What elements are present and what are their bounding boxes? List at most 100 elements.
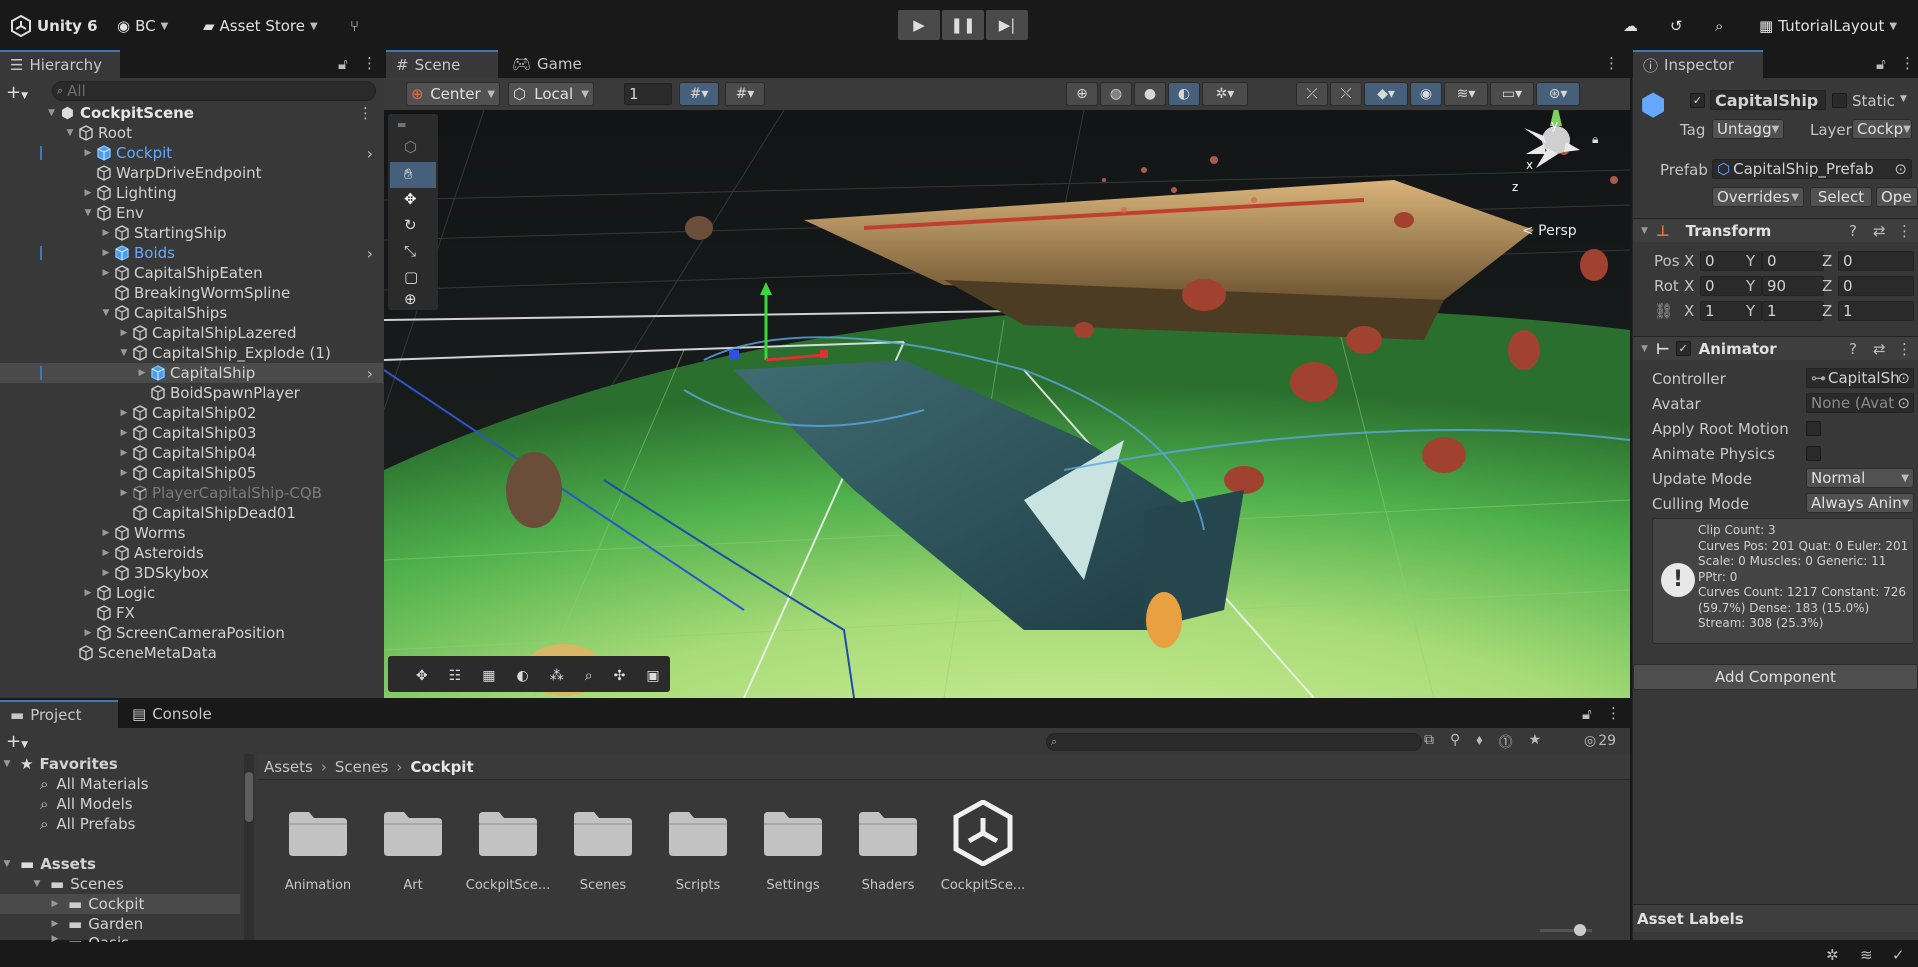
chevron-right-icon[interactable]: ▶ xyxy=(100,548,112,558)
select-button[interactable]: Select xyxy=(1810,187,1872,207)
hierarchy-item[interactable]: CapitalShipDead01 xyxy=(0,503,383,523)
wireframe-button[interactable]: ◍ xyxy=(1100,82,1132,106)
chevron-down-icon[interactable]: ▼ xyxy=(30,879,44,889)
chevron-right-icon[interactable]: ▶ xyxy=(100,528,112,538)
hierarchy-item[interactable]: ▶ CapitalShip02 xyxy=(0,403,383,423)
add-object-button[interactable]: +▼ xyxy=(6,82,28,103)
version-control-button[interactable]: ⑂ xyxy=(350,13,359,39)
drag-handle-icon[interactable]: ═ xyxy=(398,118,405,132)
chevron-right-icon[interactable]: ▶ xyxy=(100,268,112,278)
active-checkbox[interactable]: ✓ xyxy=(1690,93,1705,108)
axis-label[interactable]: Y xyxy=(1746,277,1755,295)
hierarchy-item[interactable]: ▶ ScreenCameraPosition xyxy=(0,623,383,643)
lighting-toggle-button[interactable]: ⤬ xyxy=(1330,82,1362,106)
hierarchy-item[interactable]: ▶ 3DSkybox xyxy=(0,563,383,583)
hierarchy-item[interactable]: BreakingWormSpline xyxy=(0,283,383,303)
lit-button[interactable]: ◐ xyxy=(1168,82,1200,106)
transform-value-field[interactable]: 1 xyxy=(1762,301,1824,321)
more-options-icon[interactable]: ⋮ xyxy=(1897,340,1912,358)
asset-store-dropdown[interactable]: ▰ Asset Store ▼ xyxy=(203,13,318,39)
breadcrumb-scenes[interactable]: Scenes xyxy=(335,758,389,776)
hierarchy-item[interactable]: ▶ CapitalShipEaten xyxy=(0,263,383,283)
hierarchy-item[interactable]: WarpDriveEndpoint xyxy=(0,163,383,183)
favorite-item[interactable]: ⌕ All Models xyxy=(0,794,240,814)
root-motion-checkbox[interactable] xyxy=(1806,421,1821,436)
tree-scrollbar-thumb[interactable] xyxy=(245,772,253,822)
chevron-right-icon[interactable]: ▶ xyxy=(118,328,130,338)
axis-label[interactable]: Z xyxy=(1822,302,1832,320)
probe-icon[interactable]: ⁂ xyxy=(550,668,564,684)
search-button[interactable]: ⌕ xyxy=(1715,13,1723,39)
chevron-right-icon[interactable]: ▶ xyxy=(100,228,112,238)
folder-icon[interactable] xyxy=(572,810,634,856)
asset-item-label[interactable]: Animation xyxy=(268,878,368,893)
pivot-dropdown[interactable]: ⊕ Center ▼ xyxy=(406,82,500,106)
favorite-item[interactable]: ⌕ All Materials xyxy=(0,774,240,794)
chevron-right-icon[interactable]: ▶ xyxy=(118,448,130,458)
progress-icon[interactable]: ✓ xyxy=(1892,946,1905,964)
tab-game[interactable]: 🎮︎ Game xyxy=(502,50,602,78)
chevron-right-icon[interactable]: ▶ xyxy=(82,588,94,598)
transform-header[interactable]: ▼ ⊥ Transform ? ⇄ ⋮ xyxy=(1633,218,1918,242)
folder-icon[interactable] xyxy=(382,810,444,856)
static-checkbox[interactable] xyxy=(1832,93,1847,108)
rect-tool-icon[interactable]: ▢ xyxy=(404,268,418,286)
move-tool-icon[interactable]: ✥ xyxy=(404,190,417,208)
filter-icon[interactable]: ⚲ xyxy=(1450,732,1460,752)
prefab-field[interactable]: ⬡ CapitalShip_Prefab ⊙ xyxy=(1712,159,1912,179)
animator-enabled-checkbox[interactable]: ✓ xyxy=(1675,341,1691,356)
hierarchy-item[interactable]: ▶ Logic xyxy=(0,583,383,603)
folder-icon[interactable] xyxy=(667,810,729,856)
transform-tool-icon[interactable]: ⊕ xyxy=(404,290,417,308)
hierarchy-item[interactable]: ▶ PlayerCapitalShip-CQB xyxy=(0,483,383,503)
hierarchy-item[interactable]: ▼ Root xyxy=(0,123,383,143)
unity-menu[interactable]: Unity 6 xyxy=(10,13,98,39)
rotate-tool-icon[interactable]: ↻ xyxy=(404,216,417,234)
open-prefab-icon[interactable]: › xyxy=(367,244,373,263)
chevron-right-icon[interactable]: ▶ xyxy=(48,934,62,942)
axis-label[interactable]: Y xyxy=(1746,302,1755,320)
chevron-right-icon[interactable]: ▶ xyxy=(48,899,62,909)
cloud-button[interactable]: ☁ xyxy=(1623,13,1638,39)
chevron-right-icon[interactable]: ▶ xyxy=(118,408,130,418)
camera-icon[interactable]: ▣ xyxy=(646,668,659,684)
asset-labels-header[interactable]: Asset Labels xyxy=(1633,904,1918,932)
scene-layers-dropdown[interactable]: ≋▾ xyxy=(1444,82,1488,106)
animator-header[interactable]: ▼ ⊢ ✓ Animator ? ⇄ ⋮ xyxy=(1633,336,1918,360)
grid-size-input[interactable]: 1 xyxy=(624,83,672,105)
asset-item-label[interactable]: Art xyxy=(363,878,463,893)
scene-header[interactable]: ▼ ⬢ CockpitScene ⋮ xyxy=(0,103,383,123)
chevron-down-icon[interactable]: ▼ xyxy=(1900,94,1907,104)
hierarchy-item[interactable]: ▼ CapitalShips xyxy=(0,303,383,323)
folder-icon[interactable] xyxy=(477,810,539,856)
target-icon[interactable]: ⊙ xyxy=(1897,394,1910,412)
chevron-right-icon[interactable]: ▶ xyxy=(136,368,148,378)
open-button[interactable]: Ope xyxy=(1876,187,1918,207)
2d-toggle-button[interactable]: ⤫ xyxy=(1296,82,1328,106)
hierarchy-item[interactable]: ▶ CapitalShipLazered xyxy=(0,323,383,343)
hierarchy-item[interactable]: FX xyxy=(0,603,383,623)
favorite-item[interactable]: ⌕ All Prefabs xyxy=(0,814,240,834)
nav-icon[interactable]: ✣ xyxy=(614,668,626,684)
axis-label[interactable]: X xyxy=(1684,252,1694,270)
zoom-icon[interactable]: ⌕ xyxy=(585,668,593,684)
asset-item-label[interactable]: CockpitSce... xyxy=(458,878,558,893)
hierarchy-item[interactable]: ▶ CapitalShip05 xyxy=(0,463,383,483)
tag-dropdown[interactable]: Untagg ▼ xyxy=(1712,119,1784,139)
lock-icon[interactable]: 🔓︎ xyxy=(338,55,348,73)
chevron-down-icon[interactable]: ▼ xyxy=(82,208,94,218)
history-button[interactable]: ↺ xyxy=(1670,13,1683,39)
star-icon[interactable]: ★ xyxy=(1529,732,1542,752)
more-options-icon[interactable]: ⋮ xyxy=(1606,704,1621,722)
hidden-packages-toggle[interactable]: ◎ 29 xyxy=(1584,733,1616,749)
chevron-right-icon[interactable]: ▶ xyxy=(100,568,112,578)
open-prefab-icon[interactable]: › xyxy=(367,364,373,383)
pause-button[interactable]: ❚❚ xyxy=(942,10,984,40)
tab-console[interactable]: ▤ Console xyxy=(122,700,232,728)
space-dropdown[interactable]: ⬡ Local ▼ xyxy=(508,82,594,106)
gizmos-dropdown[interactable]: ⊛▾ xyxy=(1536,82,1580,106)
grid-icon[interactable]: ▦ xyxy=(482,668,495,684)
transform-value-field[interactable]: 1 xyxy=(1838,301,1914,321)
axis-label[interactable]: X xyxy=(1684,302,1694,320)
hierarchy-item[interactable]: ▶ CapitalShip › xyxy=(0,363,383,383)
